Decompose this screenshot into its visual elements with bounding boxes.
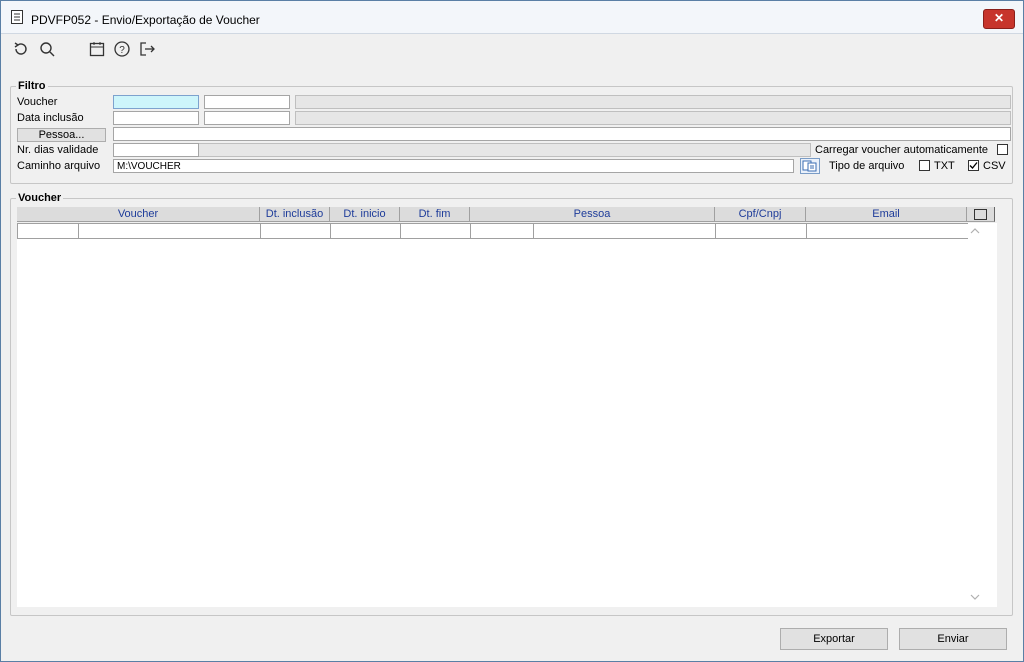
data-inclusao-from-input[interactable] <box>113 111 199 125</box>
txt-checkbox[interactable] <box>919 160 930 171</box>
row-cell-voucher-from[interactable] <box>17 223 79 239</box>
row-cell-cpf-cnpj[interactable] <box>715 223 807 239</box>
data-inclusao-spacer <box>295 111 1011 125</box>
select-all-icon <box>974 209 987 220</box>
calendar-icon[interactable] <box>88 40 106 58</box>
column-header-dt-fim[interactable]: Dt. fim <box>400 207 470 222</box>
scroll-down-icon[interactable] <box>970 593 980 604</box>
row-cell-voucher[interactable] <box>78 223 261 239</box>
voucher-label: Voucher <box>17 96 58 108</box>
row-cell-pessoa[interactable] <box>533 223 716 239</box>
nr-dias-validade-input[interactable] <box>113 143 199 157</box>
svg-text:?: ? <box>119 45 125 56</box>
column-header-voucher[interactable]: Voucher <box>17 207 260 222</box>
exportar-button[interactable]: Exportar <box>780 628 888 650</box>
pessoa-input[interactable] <box>113 127 1011 141</box>
nr-dias-validade-label: Nr. dias validade <box>17 144 99 156</box>
title-bar: PDVFP052 - Envio/Exportação de Voucher ✕ <box>1 1 1023 34</box>
exit-icon[interactable] <box>138 40 156 58</box>
row-cell-dt-inclusao[interactable] <box>260 223 331 239</box>
column-header-select[interactable] <box>967 207 995 222</box>
voucher-grid-header: Voucher Dt. inclusão Dt. inicio Dt. fim … <box>17 207 995 222</box>
column-header-dt-inclusao[interactable]: Dt. inclusão <box>260 207 330 222</box>
voucher-grid <box>17 223 997 607</box>
column-header-cpf-cnpj[interactable]: Cpf/Cnpj <box>715 207 806 222</box>
close-button[interactable]: ✕ <box>983 9 1015 29</box>
filtro-group-label: Filtro <box>16 80 48 92</box>
data-inclusao-label: Data inclusão <box>17 112 84 124</box>
tipo-arquivo-label: Tipo de arquivo <box>829 160 905 172</box>
row-cell-dt-fim[interactable] <box>400 223 471 239</box>
checkmark-icon <box>969 162 978 169</box>
row-cell-pessoa-code[interactable] <box>470 223 534 239</box>
column-header-email[interactable]: Email <box>806 207 967 222</box>
row-cell-dt-inicio[interactable] <box>330 223 401 239</box>
enviar-button[interactable]: Enviar <box>899 628 1007 650</box>
caminho-arquivo-input[interactable]: M:\VOUCHER <box>113 159 794 173</box>
table-row[interactable] <box>17 223 969 239</box>
document-icon <box>11 10 23 24</box>
txt-label: TXT <box>934 160 955 172</box>
data-inclusao-to-input[interactable] <box>204 111 290 125</box>
search-icon[interactable] <box>38 40 56 58</box>
csv-checkbox[interactable] <box>968 160 979 171</box>
voucher-to-input[interactable] <box>204 95 290 109</box>
column-header-dt-inicio[interactable]: Dt. inicio <box>330 207 400 222</box>
voucher-group-label: Voucher <box>16 192 64 204</box>
voucher-description-field <box>295 95 1011 109</box>
refresh-icon[interactable] <box>12 40 30 58</box>
caminho-arquivo-label: Caminho arquivo <box>17 160 101 172</box>
nr-dias-spacer <box>199 143 811 157</box>
scroll-up-icon[interactable] <box>970 227 980 238</box>
vertical-scrollbar[interactable] <box>968 223 997 607</box>
carregar-voucher-label: Carregar voucher automaticamente <box>815 144 989 156</box>
carregar-voucher-checkbox[interactable] <box>997 144 1008 155</box>
pessoa-button[interactable]: Pessoa... <box>17 128 106 142</box>
column-header-pessoa[interactable]: Pessoa <box>470 207 715 222</box>
voucher-from-input[interactable] <box>113 95 199 109</box>
help-icon[interactable]: ? <box>113 40 131 58</box>
browse-folder-icon[interactable] <box>800 158 820 174</box>
main-window: PDVFP052 - Envio/Exportação de Voucher ✕… <box>0 0 1024 662</box>
window-title: PDVFP052 - Envio/Exportação de Voucher <box>31 13 260 27</box>
row-cell-email[interactable] <box>806 223 969 239</box>
csv-label: CSV <box>983 160 1006 172</box>
toolbar: ? <box>1 34 1023 62</box>
